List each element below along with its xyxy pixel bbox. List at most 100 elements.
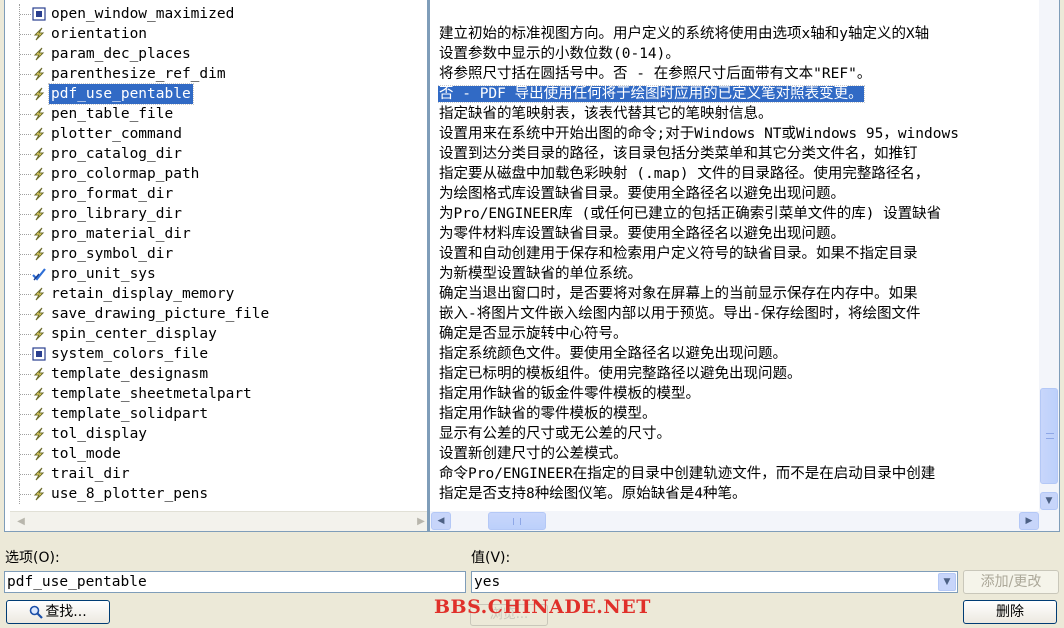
description-text: 指定用作缺省的钣金件零件模板的模型。 bbox=[439, 386, 700, 402]
tree-connector bbox=[20, 354, 31, 355]
option-name-input[interactable]: pdf_use_pentable bbox=[4, 571, 466, 593]
option-tree-item[interactable]: trail_dir bbox=[5, 464, 427, 484]
tree-connector bbox=[20, 194, 31, 195]
description-row[interactable]: 将参照尺寸括在圆括号中。否 - 在参照尺寸后面带有文本"REF"。 bbox=[438, 64, 1038, 84]
option-name-list: open_window_maximized orientation param_de… bbox=[5, 4, 427, 504]
description-row[interactable]: 指定缺省的笔映射表，该表代替其它的笔映射信息。 bbox=[438, 104, 1038, 124]
option-tree-item[interactable]: pro_format_dir bbox=[5, 184, 427, 204]
option-tree-item[interactable]: pro_colormap_path bbox=[5, 164, 427, 184]
option-tree-item[interactable]: spin_center_display bbox=[5, 324, 427, 344]
add-change-button[interactable]: 添加/更改 bbox=[963, 570, 1059, 594]
list-option-icon bbox=[32, 347, 46, 361]
option-tree-item-label: use_8_plotter_pens bbox=[51, 486, 209, 502]
lightning-option-icon bbox=[32, 467, 46, 481]
scroll-right-arrow-icon[interactable]: ▶ bbox=[1019, 512, 1039, 530]
description-row[interactable]: 为绘图格式库设置缺省目录。要使用全路径名以避免出现问题。 bbox=[438, 184, 1038, 204]
list-option-icon bbox=[32, 7, 46, 21]
option-tree-item-label: pro_unit_sys bbox=[51, 266, 156, 282]
description-text: 为绘图格式库设置缺省目录。要使用全路径名以避免出现问题。 bbox=[439, 186, 845, 202]
description-row[interactable]: 为零件材料库设置缺省目录。要使用全路径名以避免出现问题。 bbox=[438, 224, 1038, 244]
description-row[interactable]: 设置到达分类目录的路径，该目录包括分类菜单和其它分类文件名，如推钉 bbox=[438, 144, 1038, 164]
description-row[interactable]: 显示有公差的尺寸或无公差的尺寸。 bbox=[438, 424, 1038, 444]
option-tree-item[interactable]: retain_display_memory bbox=[5, 284, 427, 304]
magnifier-icon bbox=[30, 605, 44, 619]
option-tree-item[interactable]: use_8_plotter_pens bbox=[5, 484, 427, 504]
option-tree-item[interactable]: pro_library_dir bbox=[5, 204, 427, 224]
description-text: 嵌入-将图片文件嵌入绘图内部以用于预览。导出-保存绘图时，将绘图文件 bbox=[439, 306, 921, 322]
value-combobox[interactable]: yes ▼ bbox=[471, 571, 958, 593]
option-tree-item[interactable]: save_drawing_picture_file bbox=[5, 304, 427, 324]
lightning-option-icon bbox=[32, 207, 46, 221]
value-selected-text: yes bbox=[474, 574, 501, 590]
option-name-tree[interactable]: open_window_maximized orientation param_de… bbox=[4, 0, 428, 532]
lightning-option-icon bbox=[32, 147, 46, 161]
tree-connector bbox=[20, 314, 31, 315]
description-row[interactable]: 指定系统颜色文件。要使用全路径名以避免出现问题。 bbox=[438, 344, 1038, 364]
find-button-label: 查找... bbox=[45, 604, 87, 620]
description-row[interactable]: 确定当退出窗口时，是否要将对象在屏幕上的当前显示保存在内存中。如果 bbox=[438, 284, 1038, 304]
delete-button[interactable]: 删除 bbox=[963, 600, 1057, 624]
description-row[interactable]: 指定是否支持8种绘图仪笔。原始缺省是4种笔。 bbox=[438, 484, 1038, 504]
description-row[interactable]: 建立初始的标准视图方向。用户定义的系统将使用由选项x轴和y轴定义的X轴 bbox=[438, 24, 1038, 44]
scroll-right-arrow-icon[interactable]: ▶ bbox=[411, 513, 427, 531]
description-row[interactable]: 设置用来在系统中开始出图的命令;对于Windows NT或Windows 95，… bbox=[438, 124, 1038, 144]
option-tree-item[interactable]: pro_symbol_dir bbox=[5, 244, 427, 264]
option-tree-item[interactable]: orientation bbox=[5, 24, 427, 44]
option-tree-item[interactable]: pen_table_file bbox=[5, 104, 427, 124]
chevron-down-icon[interactable]: ▼ bbox=[938, 573, 956, 591]
grip-icon bbox=[513, 518, 521, 525]
find-button[interactable]: 查找... bbox=[6, 600, 110, 624]
description-vertical-scrollbar[interactable]: ▼ bbox=[1039, 0, 1059, 511]
scroll-down-arrow-icon[interactable]: ▼ bbox=[1040, 492, 1058, 510]
tree-connector bbox=[20, 94, 31, 95]
tree-connector bbox=[20, 14, 31, 15]
option-tree-item[interactable]: parenthesize_ref_dim bbox=[5, 64, 427, 84]
option-tree-item[interactable]: plotter_command bbox=[5, 124, 427, 144]
option-description-pane[interactable]: 建立初始的标准视图方向。用户定义的系统将使用由选项x轴和y轴定义的X轴 设置参数中… bbox=[428, 0, 1060, 532]
description-row[interactable]: 指定用作缺省的钣金件零件模板的模型。 bbox=[438, 384, 1038, 404]
option-tree-item-label: template_solidpart bbox=[51, 406, 209, 422]
description-text: 确定是否显示旋转中心符号。 bbox=[439, 326, 628, 342]
description-row[interactable]: 设置新创建尺寸的公差模式。 bbox=[438, 444, 1038, 464]
grip-icon bbox=[1046, 433, 1054, 439]
description-row[interactable]: 指定要从磁盘中加载色彩映射 (.map) 文件的目录路径。使用完整路径名， bbox=[438, 164, 1038, 184]
description-row[interactable]: 嵌入-将图片文件嵌入绘图内部以用于预览。导出-保存绘图时，将绘图文件 bbox=[438, 304, 1038, 324]
description-row[interactable]: 否 - PDF 导出使用任何将于绘图时应用的已定义笔对照表变更。 bbox=[438, 84, 1038, 104]
option-tree-item[interactable]: pro_material_dir bbox=[5, 224, 427, 244]
description-row[interactable]: 为新模型设置缺省的单位系统。 bbox=[438, 264, 1038, 284]
description-text: 为零件材料库设置缺省目录。要使用全路径名以避免出现问题。 bbox=[439, 226, 845, 242]
description-horizontal-scrollbar[interactable]: ◀ ▶ bbox=[430, 511, 1059, 531]
option-tree-item-label: spin_center_display bbox=[51, 326, 217, 342]
option-tree-item-label: open_window_maximized bbox=[51, 6, 235, 22]
tree-connector bbox=[20, 274, 31, 275]
option-tree-item[interactable]: open_window_maximized bbox=[5, 4, 427, 24]
description-row[interactable]: 命令Pro/ENGINEER在指定的目录中创建轨迹文件，而不是在启动目录中创建 bbox=[438, 464, 1038, 484]
option-tree-item[interactable]: system_colors_file bbox=[5, 344, 427, 364]
horizontal-scroll-thumb[interactable] bbox=[488, 512, 546, 530]
option-tree-item[interactable]: param_dec_places bbox=[5, 44, 427, 64]
left-horizontal-scrollbar[interactable]: ◀ ▶ bbox=[10, 511, 427, 531]
tree-connector bbox=[20, 134, 31, 135]
tree-connector bbox=[20, 454, 31, 455]
scroll-left-arrow-icon[interactable]: ◀ bbox=[11, 513, 31, 531]
config-options-dialog: open_window_maximized orientation param_de… bbox=[0, 0, 1064, 628]
option-tree-item[interactable]: pdf_use_pentable bbox=[5, 83, 427, 105]
option-tree-item[interactable]: pro_catalog_dir bbox=[5, 144, 427, 164]
description-row[interactable] bbox=[438, 4, 1038, 24]
option-description-list: 建立初始的标准视图方向。用户定义的系统将使用由选项x轴和y轴定义的X轴 设置参数中… bbox=[438, 4, 1038, 504]
description-row[interactable]: 确定是否显示旋转中心符号。 bbox=[438, 324, 1038, 344]
option-tree-item[interactable]: pro_unit_sys bbox=[5, 264, 427, 284]
tree-connector bbox=[20, 154, 31, 155]
option-tree-item[interactable]: tol_mode bbox=[5, 444, 427, 464]
description-row[interactable]: 设置和自动创建用于保存和检索用户定义符号的缺省目录。如果不指定目录 bbox=[438, 244, 1038, 264]
option-tree-item[interactable]: template_sheetmetalpart bbox=[5, 384, 427, 404]
option-tree-item[interactable]: template_designasm bbox=[5, 364, 427, 384]
description-row[interactable]: 为Pro/ENGINEER库 (或任何已建立的包括正确索引菜单文件的库) 设置缺… bbox=[438, 204, 1038, 224]
description-row[interactable]: 指定用作缺省的零件模板的模型。 bbox=[438, 404, 1038, 424]
description-row[interactable]: 指定已标明的模板组件。使用完整路径以避免出现问题。 bbox=[438, 364, 1038, 384]
scroll-left-arrow-icon[interactable]: ◀ bbox=[431, 512, 451, 530]
option-tree-item[interactable]: template_solidpart bbox=[5, 404, 427, 424]
vertical-scroll-thumb[interactable] bbox=[1040, 388, 1058, 484]
option-tree-item[interactable]: tol_display bbox=[5, 424, 427, 444]
description-row[interactable]: 设置参数中显示的小数位数(0-14)。 bbox=[438, 44, 1038, 64]
